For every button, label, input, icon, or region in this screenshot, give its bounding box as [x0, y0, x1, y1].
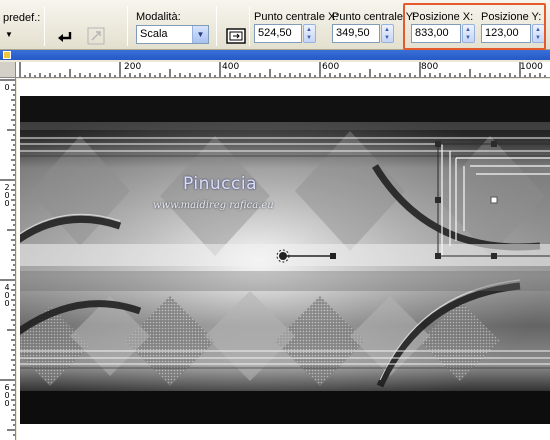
center-x-input[interactable]: 524,50	[254, 24, 302, 43]
mode-select[interactable]: Scala ▼	[136, 25, 209, 44]
document-icon	[3, 51, 11, 59]
position-highlight-box	[403, 3, 546, 50]
artwork	[20, 96, 550, 424]
center-y-spinner[interactable]: ▲ ▼	[381, 24, 394, 43]
chevron-down-icon[interactable]: ▼	[192, 26, 208, 43]
center-x-label: Punto centrale X:	[254, 11, 339, 23]
watermark-url: www.maidireg rafica.eu	[153, 200, 274, 211]
toolbar-separator	[216, 6, 217, 46]
ruler-label: 0	[4, 83, 10, 92]
ruler-label: 200	[4, 183, 10, 208]
toolbar-separator	[249, 6, 250, 46]
watermark-text: Pinuccia	[183, 174, 257, 194]
ruler-label: 800	[421, 62, 439, 72]
ruler-label: 1000	[520, 62, 543, 72]
preset-label: predef.:	[3, 12, 41, 24]
toolbar-separator	[127, 6, 128, 46]
document-title-bar[interactable]	[0, 50, 550, 60]
ruler-label: 400	[4, 283, 10, 308]
toolbar-separator	[44, 6, 45, 46]
center-x-spinner[interactable]: ▲ ▼	[303, 24, 316, 43]
horizontal-ruler: 200 400 600 800 1000	[16, 62, 550, 78]
ruler-label: 200	[124, 62, 142, 72]
image-canvas[interactable]: Pinuccia www.maidireg rafica.eu	[20, 96, 550, 424]
center-y-input[interactable]: 349,50	[332, 24, 380, 43]
ruler-corner	[0, 62, 16, 78]
pick-tool-options-bar: predef.: ▼ Modalità: Scala ▼ Punto centr…	[0, 0, 550, 50]
canvas-frame-icon[interactable]	[224, 24, 246, 46]
ruler-label: 600	[322, 62, 340, 72]
ruler-label: 600	[4, 383, 10, 408]
ruler-label: 400	[222, 62, 240, 72]
transform-icon[interactable]	[84, 24, 106, 46]
mode-select-value: Scala	[140, 28, 168, 40]
canvas-area[interactable]: Pinuccia www.maidireg rafica.eu	[17, 79, 550, 440]
vertical-ruler: 0 200 400 600	[0, 78, 16, 440]
mode-label: Modalità:	[136, 11, 181, 23]
preset-dropdown-icon[interactable]: ▼	[5, 30, 13, 39]
reset-arrow-icon[interactable]	[54, 24, 76, 46]
